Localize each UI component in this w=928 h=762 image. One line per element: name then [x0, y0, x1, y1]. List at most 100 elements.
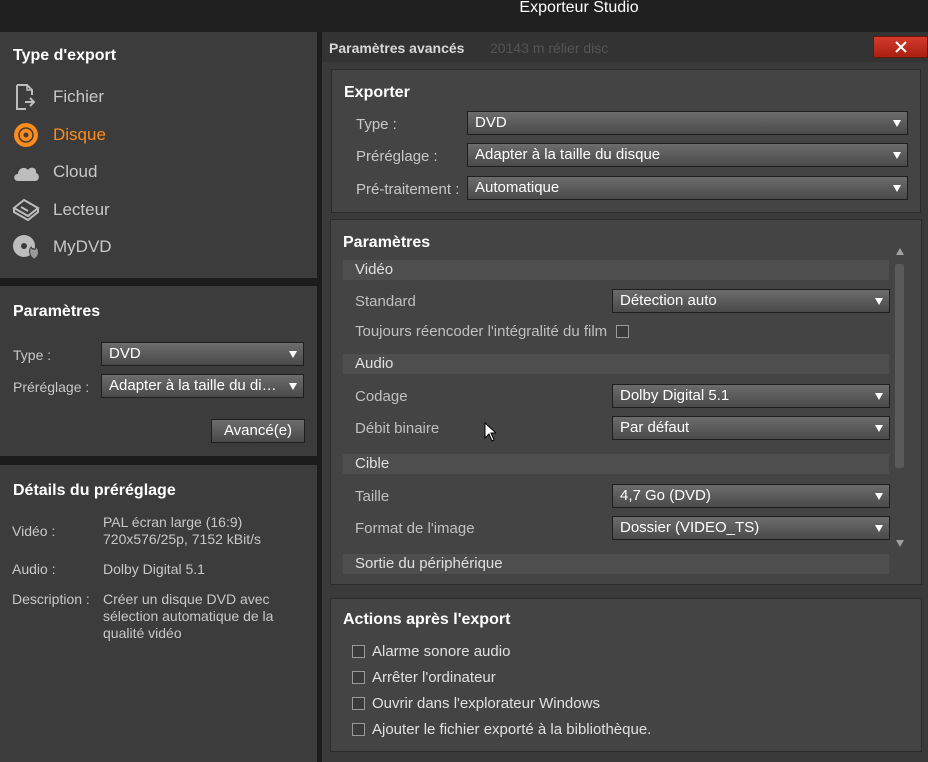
image-format-label: Format de l'image — [355, 520, 475, 537]
export-preset-value: Adapter à la taille du disque — [475, 146, 661, 163]
preset-details-panel: Détails du préréglage Vidéo : PAL écran … — [0, 465, 317, 762]
export-preprocess-dropdown[interactable]: Automatique — [467, 176, 908, 200]
preset-details-title: Détails du préréglage — [13, 482, 176, 499]
chevron-down-icon — [289, 351, 297, 358]
export-item-label: MyDVD — [53, 237, 112, 256]
standard-dropdown[interactable]: Détection auto — [612, 289, 890, 313]
mydvd-icon — [12, 233, 40, 261]
export-item-label: Fichier — [53, 87, 105, 106]
export-item-label: Lecteur — [53, 200, 110, 219]
params-preset-value: Adapter à la taille du disque — [109, 377, 281, 394]
post-actions-title: Actions après l'export — [343, 611, 511, 628]
params-preset-label: Préréglage : — [13, 379, 90, 395]
export-item-cloud[interactable]: Cloud — [12, 157, 302, 187]
details-audio-label: Audio : — [12, 561, 56, 577]
file-export-icon — [12, 83, 40, 111]
advanced-button[interactable]: Avancé(e) — [211, 419, 305, 443]
scroll-up-icon[interactable] — [896, 248, 904, 255]
export-box: Exporter Type : DVD Préréglage : Adapter… — [331, 69, 921, 213]
advanced-dialog: Paramètres avancés 20143 m rélier disc E… — [322, 32, 928, 762]
export-item-label: Cloud — [53, 162, 98, 181]
details-description-value: Créer un disque DVD avec sélection autom… — [103, 591, 274, 641]
export-item-label: Disque — [53, 125, 106, 144]
standard-label: Standard — [355, 293, 416, 310]
params-type-dropdown[interactable]: DVD — [101, 342, 304, 366]
size-dropdown[interactable]: 4,7 Go (DVD) — [612, 484, 890, 508]
export-item-disque[interactable]: Disque — [12, 120, 302, 150]
add-library-checkbox[interactable] — [352, 723, 365, 736]
close-icon — [894, 41, 907, 53]
scroll-down-icon[interactable] — [896, 540, 904, 547]
chevron-down-icon — [893, 185, 901, 192]
export-item-fichier[interactable]: Fichier — [12, 82, 302, 112]
mouse-cursor-icon — [484, 422, 496, 442]
close-button[interactable] — [873, 36, 928, 58]
size-label: Taille — [355, 488, 390, 505]
disc-icon — [12, 121, 40, 149]
export-preprocess-value: Automatique — [475, 179, 560, 196]
settings-box-title: Paramètres — [343, 234, 431, 251]
settings-scrollbar[interactable] — [893, 244, 907, 554]
export-type-label: Type : — [356, 116, 397, 133]
reencode-checkbox[interactable] — [616, 325, 629, 338]
export-item-mydvd[interactable]: MyDVD — [12, 232, 302, 262]
image-format-dropdown[interactable]: Dossier (VIDEO_TS) — [612, 516, 890, 540]
open-explorer-checkbox[interactable] — [352, 697, 365, 710]
params-panel: Paramètres Type : DVD Préréglage : Adapt… — [0, 286, 317, 456]
export-preprocess-label: Pré-traitement : — [356, 181, 460, 198]
params-title: Paramètres — [13, 303, 101, 320]
export-type-title: Type d'export — [13, 47, 117, 64]
chevron-down-icon — [875, 493, 883, 500]
export-type-value: DVD — [475, 114, 507, 131]
title-bar: Exporteur Studio — [0, 0, 928, 32]
audio-section-header: Audio — [343, 354, 889, 374]
codec-dropdown[interactable]: Dolby Digital 5.1 — [612, 384, 890, 408]
device-output-section-header: Sortie du périphérique — [343, 554, 889, 574]
shutdown-label: Arrêter l'ordinateur — [372, 669, 496, 686]
dialog-header: Paramètres avancés 20143 m rélier disc — [322, 32, 928, 62]
window-title: Exporteur Studio — [519, 0, 639, 16]
scroll-thumb[interactable] — [895, 264, 904, 468]
alarm-checkbox[interactable] — [352, 645, 365, 658]
chevron-down-icon — [875, 525, 883, 532]
bitrate-value: Par défaut — [620, 419, 690, 436]
shutdown-checkbox[interactable] — [352, 671, 365, 684]
export-item-lecteur[interactable]: Lecteur — [12, 195, 302, 225]
settings-box: Paramètres Vidéo Standard Détection auto… — [330, 219, 922, 585]
params-preset-dropdown[interactable]: Adapter à la taille du disque — [101, 374, 304, 398]
reencode-label: Toujours réencoder l'intégralité du film — [355, 323, 608, 340]
export-preset-label: Préréglage : — [356, 148, 438, 165]
bitrate-label: Débit binaire — [355, 420, 440, 437]
alarm-label: Alarme sonore audio — [372, 643, 511, 660]
dialog-background-text: 20143 m rélier disc — [490, 40, 609, 56]
chevron-down-icon — [875, 298, 883, 305]
chevron-down-icon — [893, 152, 901, 159]
open-explorer-label: Ouvrir dans l'explorateur Windows — [372, 695, 600, 712]
codec-label: Codage — [355, 388, 408, 405]
chevron-down-icon — [893, 120, 901, 127]
size-value: 4,7 Go (DVD) — [620, 487, 711, 504]
details-description-label: Description : — [12, 591, 90, 607]
codec-value: Dolby Digital 5.1 — [620, 387, 730, 404]
device-icon — [12, 196, 40, 224]
cloud-icon — [12, 158, 40, 186]
add-library-label: Ajouter le fichier exporté à la biblioth… — [372, 721, 652, 738]
params-type-value: DVD — [109, 345, 141, 362]
export-box-title: Exporter — [344, 84, 410, 101]
params-type-label: Type : — [13, 347, 52, 363]
target-section-header: Cible — [343, 454, 889, 474]
export-preset-dropdown[interactable]: Adapter à la taille du disque — [467, 143, 908, 167]
export-type-panel: Type d'export Fichier Disque Cloud Lecte… — [0, 32, 317, 278]
details-audio-value: Dolby Digital 5.1 — [103, 561, 205, 577]
bitrate-dropdown[interactable]: Par défaut — [612, 416, 890, 440]
standard-value: Détection auto — [620, 292, 717, 309]
chevron-down-icon — [289, 383, 297, 390]
post-actions-box: Actions après l'export Alarme sonore aud… — [330, 598, 922, 752]
chevron-down-icon — [875, 425, 883, 432]
video-section-header: Vidéo — [343, 260, 889, 280]
export-type-dropdown[interactable]: DVD — [467, 111, 908, 135]
image-format-value: Dossier (VIDEO_TS) — [620, 519, 760, 536]
details-video-value: PAL écran large (16:9) 720x576/25p, 7152… — [103, 514, 262, 547]
chevron-down-icon — [875, 393, 883, 400]
details-video-label: Vidéo : — [12, 523, 56, 539]
